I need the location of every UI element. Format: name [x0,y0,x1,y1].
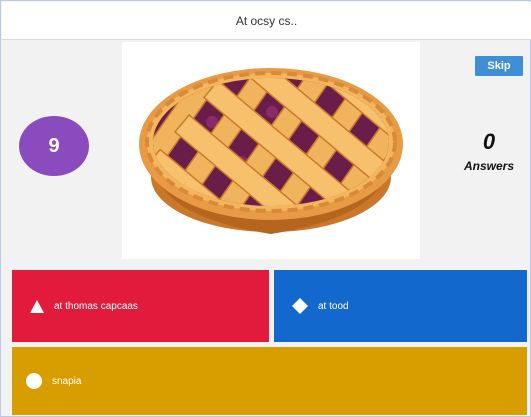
quiz-screen: At ocsy cs.. 9 Skip 0 Answers at thomas … [0,0,531,417]
countdown-timer: 9 [19,116,89,176]
diamond-icon [292,298,308,314]
skip-button[interactable]: Skip [475,56,523,76]
answer-option-triangle[interactable]: at thomas capcaas [12,270,269,342]
pie-illustration [139,68,403,234]
question-image [122,42,420,259]
timer-value: 9 [48,134,60,157]
question-bar: At ocsy cs.. [2,2,531,40]
circle-icon [26,373,42,389]
answer-text: at thomas capcaas [54,300,138,312]
answer-text: at tood [318,300,349,312]
answers-label: Answers [463,159,515,173]
answers-count: 0 [482,129,496,154]
answer-text: snapia [52,375,82,387]
triangle-icon [30,299,44,313]
question-text: At ocsy cs.. [235,13,298,28]
answer-option-circle[interactable]: snapia [12,347,527,415]
skip-label: Skip [487,60,511,72]
answer-option-diamond[interactable]: at tood [274,270,527,342]
